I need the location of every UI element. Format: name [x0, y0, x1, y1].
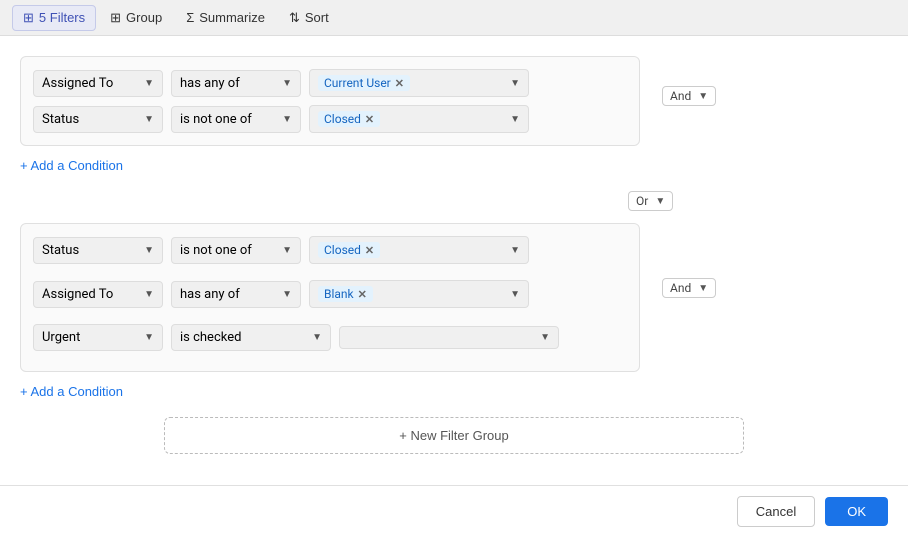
toolbar: ⊞ 5 Filters ⊞ Group Σ Summarize ⇅ Sort — [0, 0, 908, 36]
field-select-2-3[interactable]: Urgent ▼ — [33, 324, 163, 351]
filter-icon: ⊞ — [23, 10, 34, 26]
cancel-button[interactable]: Cancel — [737, 496, 815, 527]
value-select-2-2[interactable]: Blank ✕ ▼ — [309, 280, 529, 308]
chevron-icon: ▼ — [655, 196, 665, 207]
filter-row-2-2: Assigned To ▼ has any of ▼ Blank — [33, 280, 627, 316]
chevron-icon: ▼ — [282, 78, 292, 89]
ok-button[interactable]: OK — [825, 497, 888, 526]
summarize-label: Summarize — [199, 10, 265, 25]
filter-row-1-1: Assigned To ▼ has any of ▼ Current U — [33, 69, 627, 97]
chevron-icon: ▼ — [510, 245, 520, 256]
operator-select-1-2[interactable]: is not one of ▼ — [171, 106, 301, 133]
chevron-icon: ▼ — [144, 289, 154, 300]
group2-and-connector: And ▼ — [640, 223, 716, 298]
chevron-icon: ▼ — [144, 78, 154, 89]
chevron-icon: ▼ — [698, 283, 708, 294]
or-badge[interactable]: Or ▼ — [628, 191, 673, 211]
operator-select-2-2[interactable]: has any of ▼ — [171, 281, 301, 308]
field-select-1-2[interactable]: Status ▼ — [33, 106, 163, 133]
footer: Cancel OK — [0, 485, 908, 537]
field-select-1-1[interactable]: Assigned To ▼ — [33, 70, 163, 97]
group1-and-connector: And ▼ — [640, 56, 716, 106]
chevron-icon: ▼ — [698, 91, 708, 102]
group-label: Group — [126, 10, 162, 25]
value-select-1-2[interactable]: Closed ✕ ▼ — [309, 105, 529, 133]
chevron-icon: ▼ — [144, 332, 154, 343]
tag-remove-icon[interactable]: ✕ — [358, 288, 367, 301]
chevron-icon: ▼ — [510, 289, 520, 300]
add-condition-2[interactable]: + Add a Condition — [20, 382, 123, 401]
chevron-icon: ▼ — [312, 332, 322, 343]
filter-row-2-1: Status ▼ is not one of ▼ Closed — [33, 236, 627, 272]
tag-closed-1: Closed ✕ — [318, 111, 380, 127]
filter-row-2-3: Urgent ▼ is checked ▼ ▼ — [33, 324, 627, 351]
tag-closed-2: Closed ✕ — [318, 242, 380, 258]
filter-group-2: Status ▼ is not one of ▼ Closed — [20, 223, 640, 401]
value-select-2-1[interactable]: Closed ✕ ▼ — [309, 236, 529, 264]
chevron-icon: ▼ — [510, 78, 520, 89]
filters-label: 5 Filters — [39, 10, 85, 25]
chevron-icon: ▼ — [540, 332, 550, 343]
or-connector-wrapper: Or ▼ — [620, 191, 888, 211]
tag-current-user: Current User ✕ — [318, 75, 410, 91]
value-select-2-3[interactable]: ▼ — [339, 326, 559, 349]
tag-remove-icon[interactable]: ✕ — [365, 244, 374, 257]
main-content: Assigned To ▼ has any of ▼ Current U — [0, 36, 908, 537]
filters-button[interactable]: ⊞ 5 Filters — [12, 5, 96, 31]
and-badge-1[interactable]: And ▼ — [662, 86, 716, 106]
tag-remove-icon[interactable]: ✕ — [395, 77, 404, 90]
field-select-2-1[interactable]: Status ▼ — [33, 237, 163, 264]
operator-select-2-3[interactable]: is checked ▼ — [171, 324, 331, 351]
add-condition-1[interactable]: + Add a Condition — [20, 156, 123, 175]
and-badge-2[interactable]: And ▼ — [662, 278, 716, 298]
sort-label: Sort — [305, 10, 329, 25]
chevron-icon: ▼ — [282, 114, 292, 125]
filter-area: Assigned To ▼ has any of ▼ Current U — [0, 36, 908, 485]
field-select-2-2[interactable]: Assigned To ▼ — [33, 281, 163, 308]
summarize-icon: Σ — [186, 10, 194, 25]
chevron-icon: ▼ — [282, 289, 292, 300]
chevron-icon: ▼ — [144, 245, 154, 256]
tag-remove-icon[interactable]: ✕ — [365, 113, 374, 126]
sort-button[interactable]: ⇅ Sort — [279, 6, 339, 30]
operator-select-2-1[interactable]: is not one of ▼ — [171, 237, 301, 264]
value-select-1-1[interactable]: Current User ✕ ▼ — [309, 69, 529, 97]
summarize-button[interactable]: Σ Summarize — [176, 6, 275, 29]
chevron-icon: ▼ — [510, 114, 520, 125]
chevron-icon: ▼ — [144, 114, 154, 125]
group-icon: ⊞ — [110, 10, 121, 26]
group-button[interactable]: ⊞ Group — [100, 6, 172, 30]
sort-icon: ⇅ — [289, 10, 300, 26]
chevron-icon: ▼ — [282, 245, 292, 256]
tag-blank: Blank ✕ — [318, 286, 373, 302]
operator-select-1-1[interactable]: has any of ▼ — [171, 70, 301, 97]
filter-group-1: Assigned To ▼ has any of ▼ Current U — [20, 56, 640, 175]
new-filter-group-button[interactable]: + New Filter Group — [164, 417, 744, 454]
filter-row-1-2-wrapper: Status ▼ is not one of ▼ Closed — [33, 105, 627, 133]
